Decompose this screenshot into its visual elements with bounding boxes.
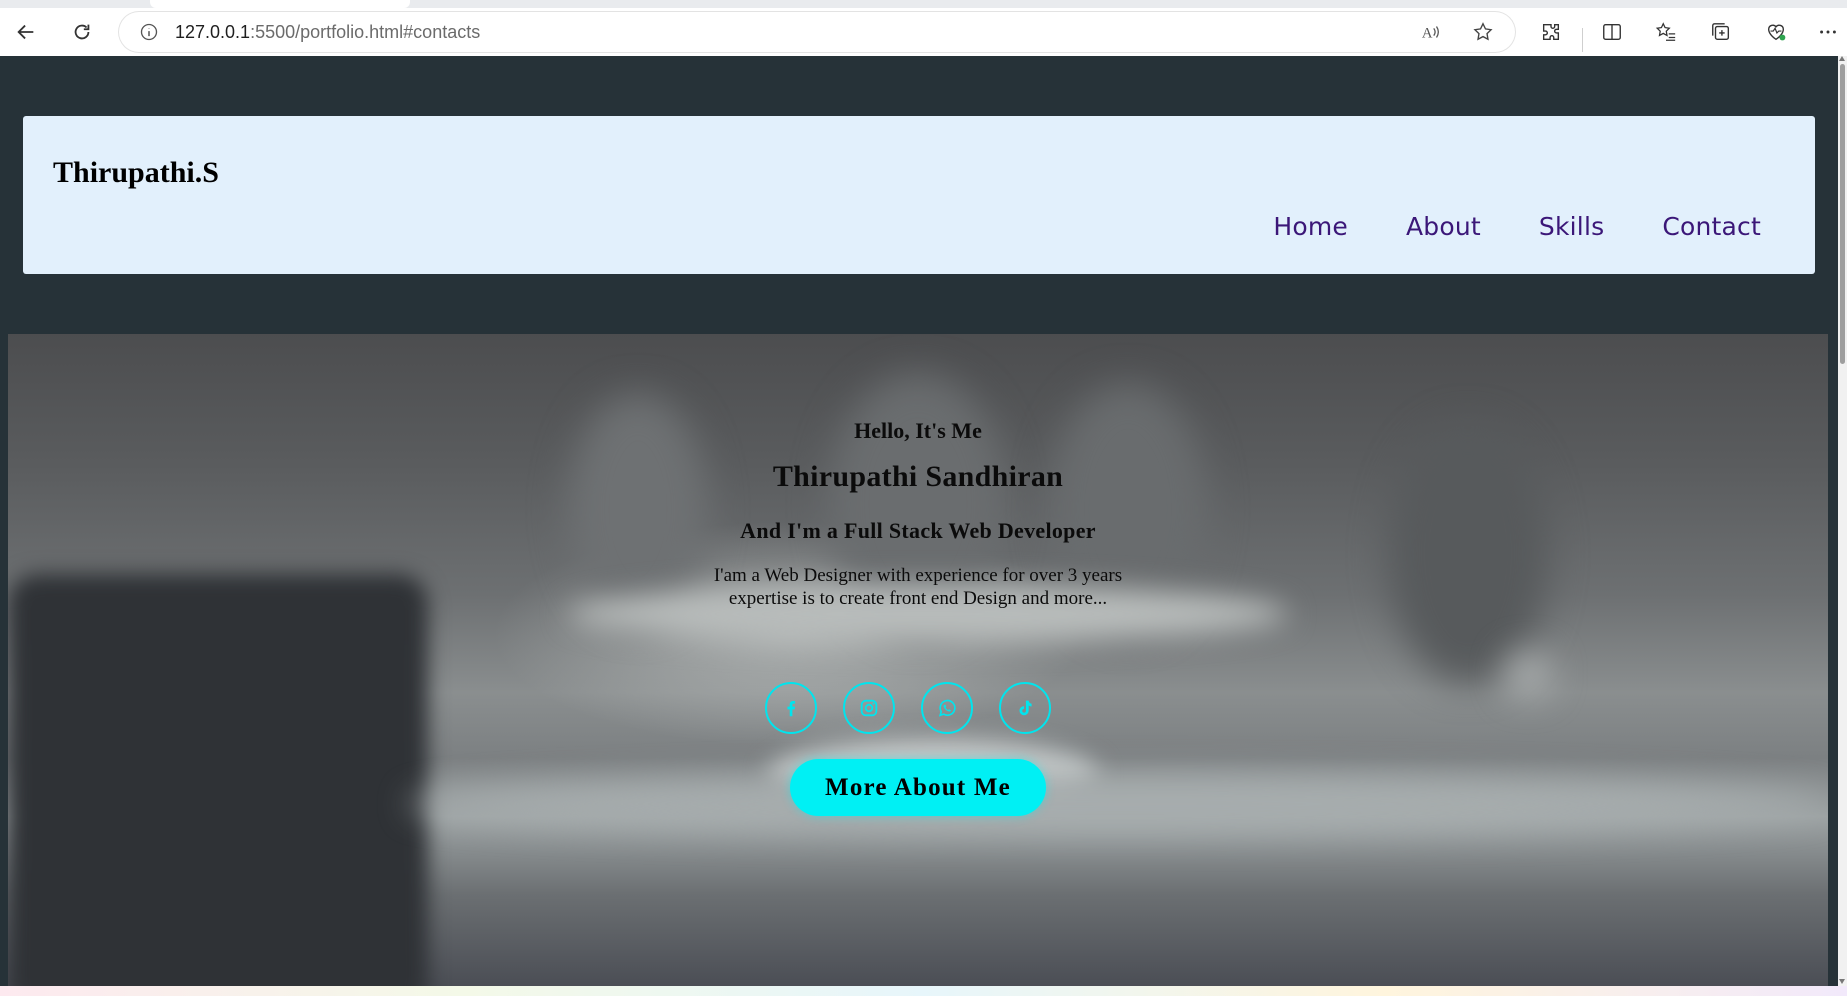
whatsapp-icon <box>938 699 956 717</box>
hero-section: Hello, It's Me Thirupathi Sandhiran And … <box>8 334 1828 986</box>
social-links <box>765 682 1051 734</box>
browser-toolbar: 127.0.0.1:5500/portfolio.html#contacts A <box>0 8 1847 56</box>
hero-description-line: I'am a Web Designer with experience for … <box>713 565 1123 586</box>
hero-greeting: Hello, It's Me <box>854 418 982 443</box>
hero-content: Hello, It's Me Thirupathi Sandhiran And … <box>8 334 1828 986</box>
scrollbar-thumb[interactable] <box>1840 64 1845 364</box>
site-header: Thirupathi.S Home About Skills Contact <box>23 116 1815 274</box>
more-dots-icon <box>1820 30 1836 34</box>
favorite-star-icon[interactable] <box>1465 16 1501 48</box>
puzzle-icon <box>1542 23 1560 41</box>
page-scrollbar[interactable] <box>1838 56 1847 986</box>
back-button[interactable] <box>8 16 44 48</box>
tiktok-link[interactable] <box>999 682 1051 734</box>
hero-description: I'am a Web Designer with experience for … <box>8 564 1828 610</box>
collections-button[interactable] <box>1703 16 1739 48</box>
scroll-down-arrow-icon[interactable] <box>1839 979 1845 984</box>
whatsapp-link[interactable] <box>921 682 973 734</box>
refresh-icon <box>74 24 90 40</box>
site-info-icon[interactable] <box>139 22 159 42</box>
bottom-edge-strip <box>0 986 1847 996</box>
split-screen-button[interactable] <box>1594 16 1630 48</box>
extensions-button[interactable] <box>1533 16 1569 48</box>
url-path: :5500/portfolio.html#contacts <box>250 21 481 42</box>
facebook-icon <box>787 701 796 717</box>
hero-role: And I'm a Full Stack Web Developer <box>740 518 1096 543</box>
nav-skills-link[interactable]: Skills <box>1539 212 1604 241</box>
url-host: 127.0.0.1 <box>175 21 251 42</box>
main-nav: Home About Skills Contact <box>1273 212 1761 241</box>
address-bar[interactable]: 127.0.0.1:5500/portfolio.html#contacts A <box>119 12 1515 52</box>
url-text[interactable]: 127.0.0.1:5500/portfolio.html#contacts <box>175 22 480 43</box>
toolbar-divider <box>1582 28 1583 52</box>
nav-contact-link[interactable]: Contact <box>1662 212 1761 241</box>
active-tab[interactable] <box>150 0 410 8</box>
split-screen-icon <box>1603 23 1621 41</box>
site-logo[interactable]: Thirupathi.S <box>53 156 219 190</box>
hero-name: Thirupathi Sandhiran <box>772 460 1064 493</box>
more-menu-button[interactable] <box>1812 16 1844 48</box>
tiktok-icon <box>1019 700 1032 716</box>
browser-essentials-button[interactable] <box>1758 16 1794 48</box>
favorites-button[interactable] <box>1648 16 1684 48</box>
browser-tab-strip <box>0 0 1847 8</box>
refresh-button[interactable] <box>64 16 100 48</box>
nav-home-link[interactable]: Home <box>1273 212 1348 241</box>
nav-about-link[interactable]: About <box>1406 212 1481 241</box>
page-viewport: Thirupathi.S Home About Skills Contact H… <box>0 56 1838 986</box>
read-aloud-icon[interactable]: A <box>1413 16 1449 48</box>
more-about-me-button[interactable]: More About Me <box>790 759 1046 816</box>
scroll-up-arrow-icon[interactable] <box>1839 56 1845 61</box>
back-arrow-icon <box>17 24 34 40</box>
instagram-link[interactable] <box>843 682 895 734</box>
favorites-list-icon <box>1655 22 1676 41</box>
facebook-link[interactable] <box>765 682 817 734</box>
collections-icon <box>1712 23 1730 41</box>
heart-pulse-icon <box>1767 24 1786 41</box>
instagram-icon <box>860 699 878 717</box>
hero-description-line: expertise is to create front end Design … <box>728 588 1108 609</box>
svg-text:A: A <box>1422 26 1433 42</box>
